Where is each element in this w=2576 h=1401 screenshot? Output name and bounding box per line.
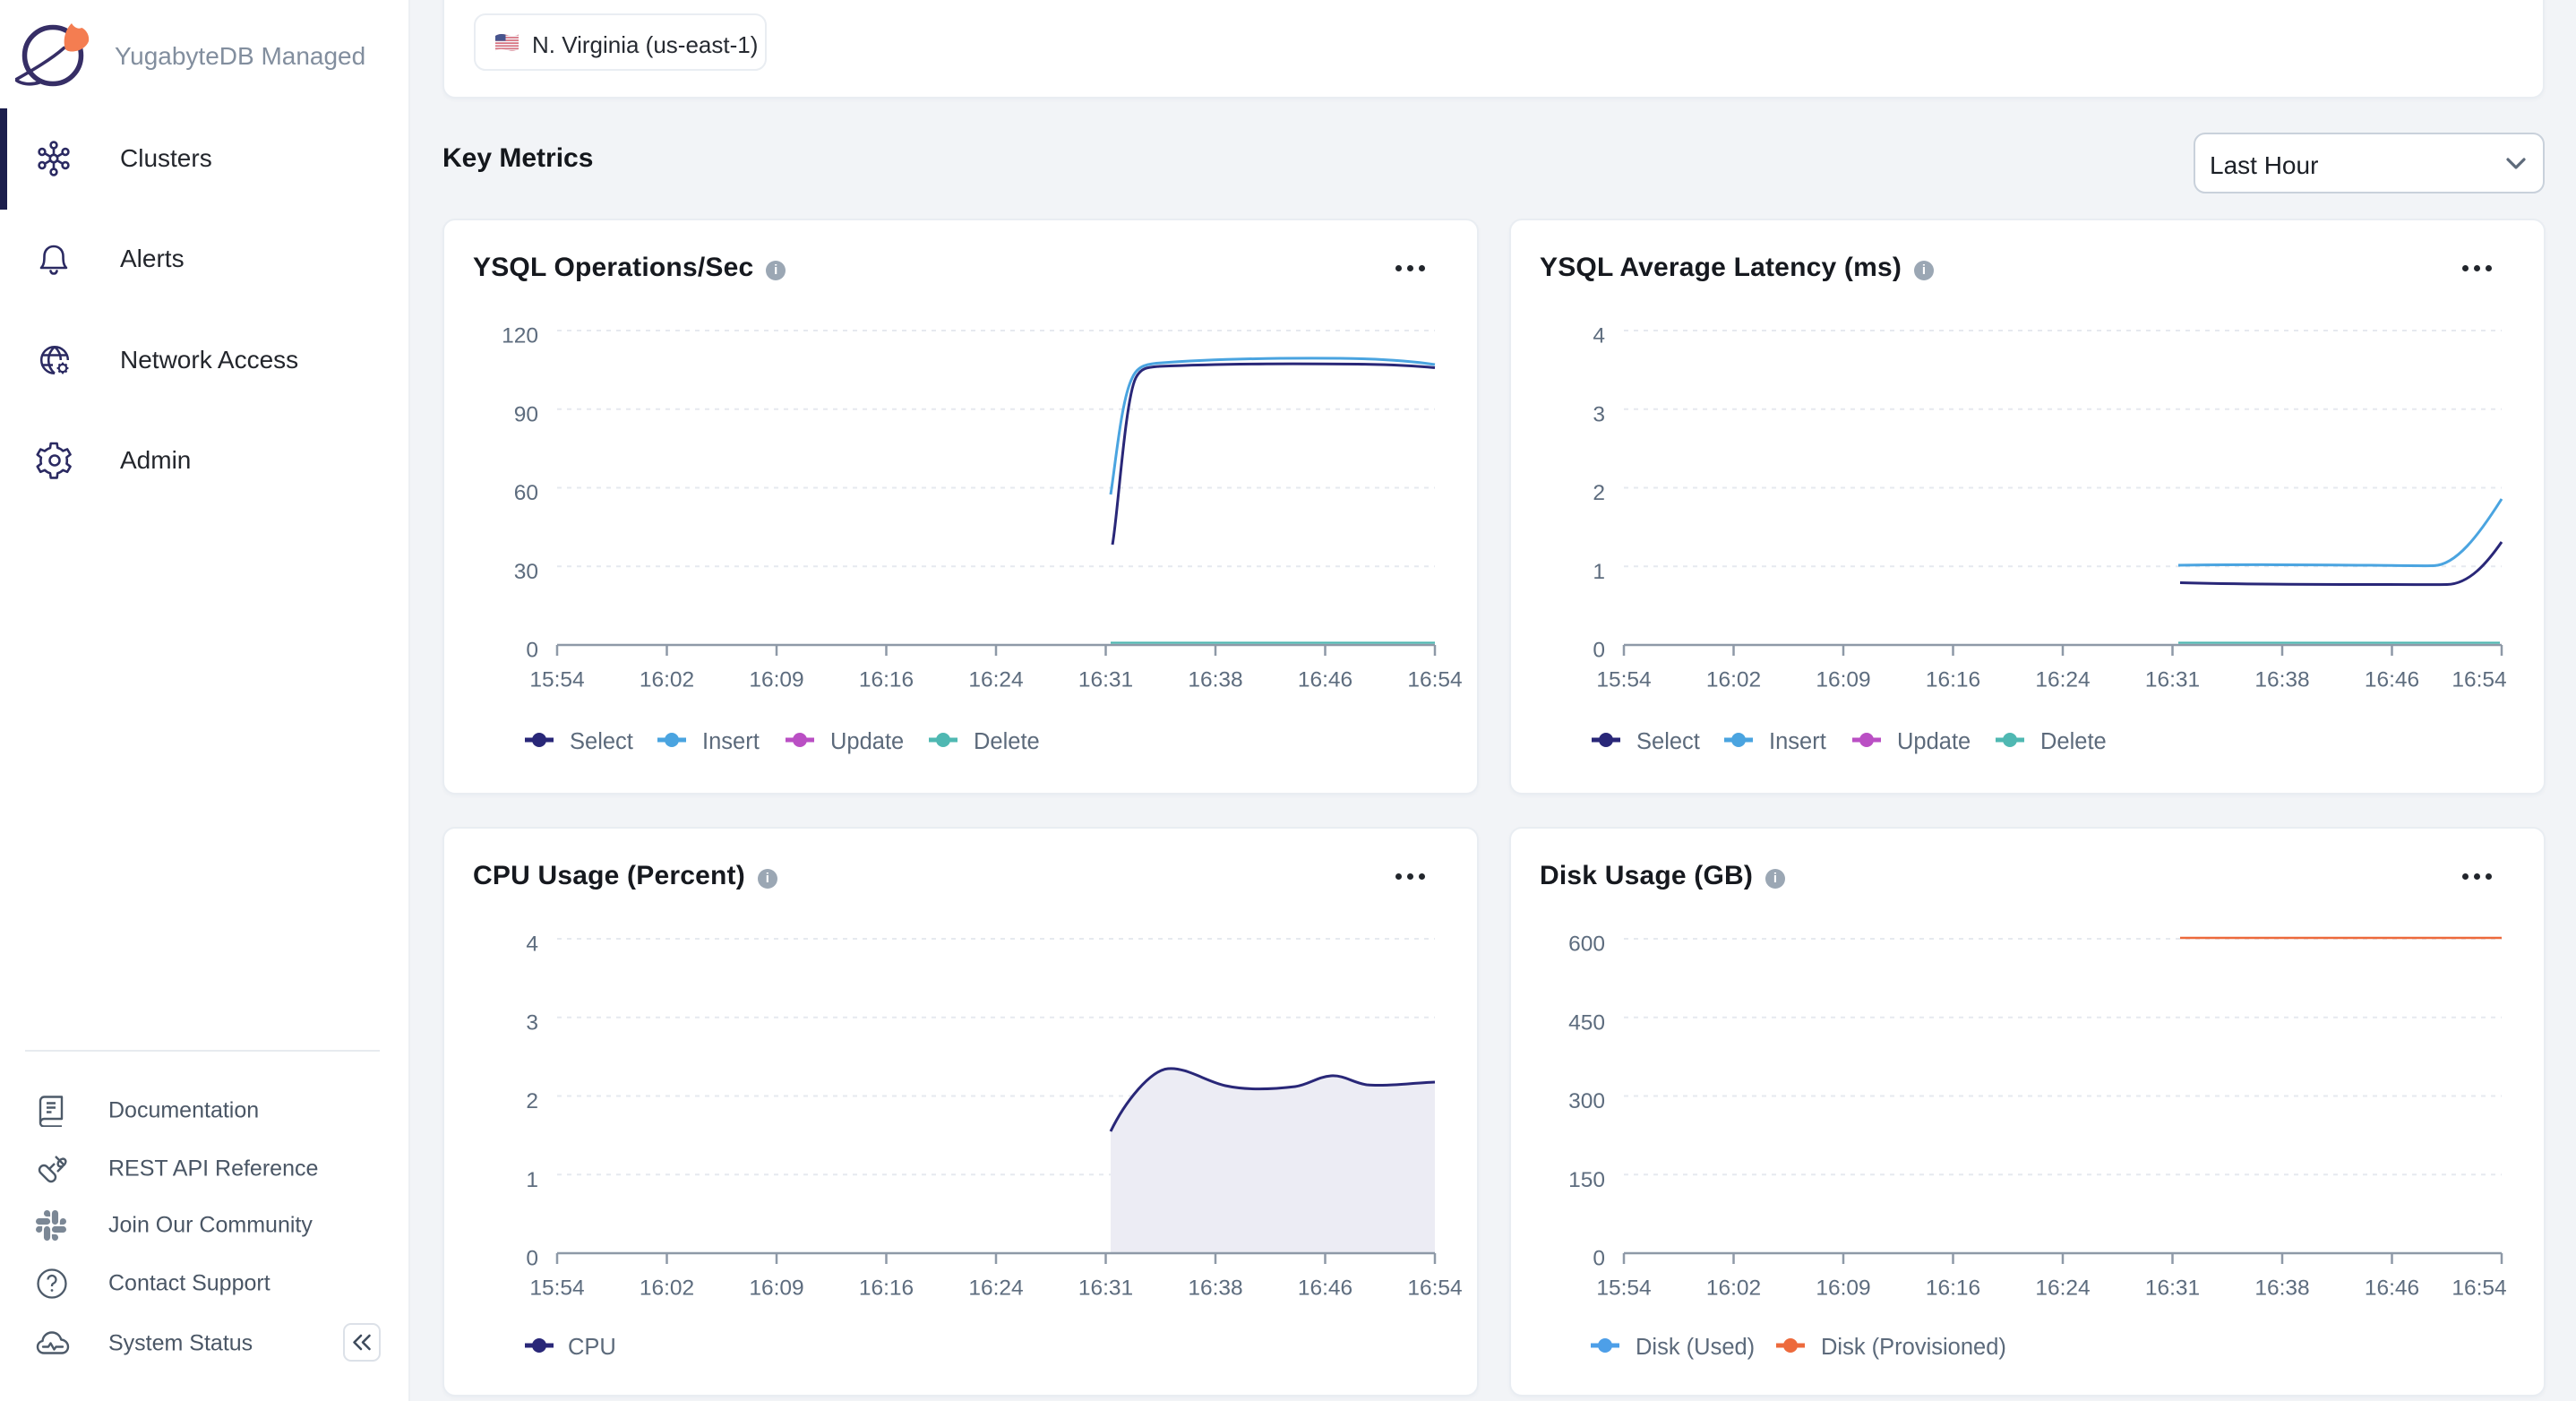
svg-text:16:38: 16:38 <box>2254 668 2309 692</box>
svg-text:16:46: 16:46 <box>1298 1276 1352 1301</box>
svg-text:1: 1 <box>1593 560 1605 584</box>
svg-text:Select: Select <box>570 729 633 754</box>
svg-text:150: 150 <box>1568 1168 1605 1192</box>
svg-text:16:09: 16:09 <box>749 1276 803 1301</box>
svg-text:0: 0 <box>526 639 538 663</box>
svg-text:0: 0 <box>1593 639 1605 663</box>
svg-text:16:31: 16:31 <box>2145 1276 2200 1301</box>
svg-text:3: 3 <box>1593 402 1605 426</box>
svg-text:16:38: 16:38 <box>2254 1276 2309 1301</box>
svg-text:Disk (Used): Disk (Used) <box>1636 1335 1755 1360</box>
svg-text:Delete: Delete <box>2040 729 2107 754</box>
svg-text:3: 3 <box>526 1010 538 1035</box>
svg-text:1: 1 <box>526 1168 538 1192</box>
svg-text:16:46: 16:46 <box>2365 668 2419 692</box>
svg-text:120: 120 <box>502 324 538 348</box>
svg-text:16:54: 16:54 <box>2451 1276 2506 1301</box>
svg-text:16:16: 16:16 <box>1926 1276 1980 1301</box>
svg-text:Insert: Insert <box>702 729 760 754</box>
svg-text:16:31: 16:31 <box>1078 668 1133 692</box>
svg-text:16:16: 16:16 <box>1926 668 1980 692</box>
svg-text:16:31: 16:31 <box>1078 1276 1133 1301</box>
svg-text:2: 2 <box>526 1089 538 1113</box>
svg-text:16:24: 16:24 <box>2035 1276 2090 1301</box>
svg-text:16:09: 16:09 <box>1816 668 1870 692</box>
svg-text:16:24: 16:24 <box>968 1276 1023 1301</box>
svg-text:15:54: 15:54 <box>1596 1276 1651 1301</box>
svg-text:300: 300 <box>1568 1089 1605 1113</box>
svg-text:16:24: 16:24 <box>968 668 1023 692</box>
svg-text:CPU: CPU <box>568 1335 616 1360</box>
svg-text:Update: Update <box>1897 729 1971 754</box>
svg-text:16:24: 16:24 <box>2035 668 2090 692</box>
svg-text:0: 0 <box>526 1247 538 1271</box>
svg-text:16:38: 16:38 <box>1188 1276 1242 1301</box>
svg-text:16:09: 16:09 <box>749 668 803 692</box>
svg-text:2: 2 <box>1593 481 1605 505</box>
svg-text:Insert: Insert <box>1769 729 1826 754</box>
svg-text:16:02: 16:02 <box>640 1276 694 1301</box>
svg-text:Select: Select <box>1636 729 1700 754</box>
svg-text:16:54: 16:54 <box>1407 1276 1462 1301</box>
svg-text:30: 30 <box>514 560 538 584</box>
svg-text:Disk (Provisioned): Disk (Provisioned) <box>1821 1335 2006 1360</box>
svg-text:16:54: 16:54 <box>2451 668 2506 692</box>
svg-text:Update: Update <box>830 729 904 754</box>
svg-text:16:38: 16:38 <box>1188 668 1242 692</box>
svg-text:16:16: 16:16 <box>859 668 914 692</box>
svg-text:16:02: 16:02 <box>1706 1276 1761 1301</box>
svg-text:15:54: 15:54 <box>529 668 584 692</box>
svg-text:16:09: 16:09 <box>1816 1276 1870 1301</box>
svg-text:0: 0 <box>1593 1247 1605 1271</box>
svg-text:450: 450 <box>1568 1010 1605 1035</box>
svg-text:60: 60 <box>514 481 538 505</box>
svg-text:Delete: Delete <box>974 729 1040 754</box>
svg-text:90: 90 <box>514 402 538 426</box>
svg-text:16:46: 16:46 <box>1298 668 1352 692</box>
svg-text:15:54: 15:54 <box>1596 668 1651 692</box>
svg-text:16:02: 16:02 <box>640 668 694 692</box>
svg-text:600: 600 <box>1568 933 1605 957</box>
svg-text:16:16: 16:16 <box>859 1276 914 1301</box>
svg-text:15:54: 15:54 <box>529 1276 584 1301</box>
svg-text:16:02: 16:02 <box>1706 668 1761 692</box>
svg-text:4: 4 <box>1593 324 1605 348</box>
svg-text:16:54: 16:54 <box>1407 668 1462 692</box>
svg-text:4: 4 <box>526 933 538 957</box>
svg-text:16:46: 16:46 <box>2365 1276 2419 1301</box>
svg-text:16:31: 16:31 <box>2145 668 2200 692</box>
